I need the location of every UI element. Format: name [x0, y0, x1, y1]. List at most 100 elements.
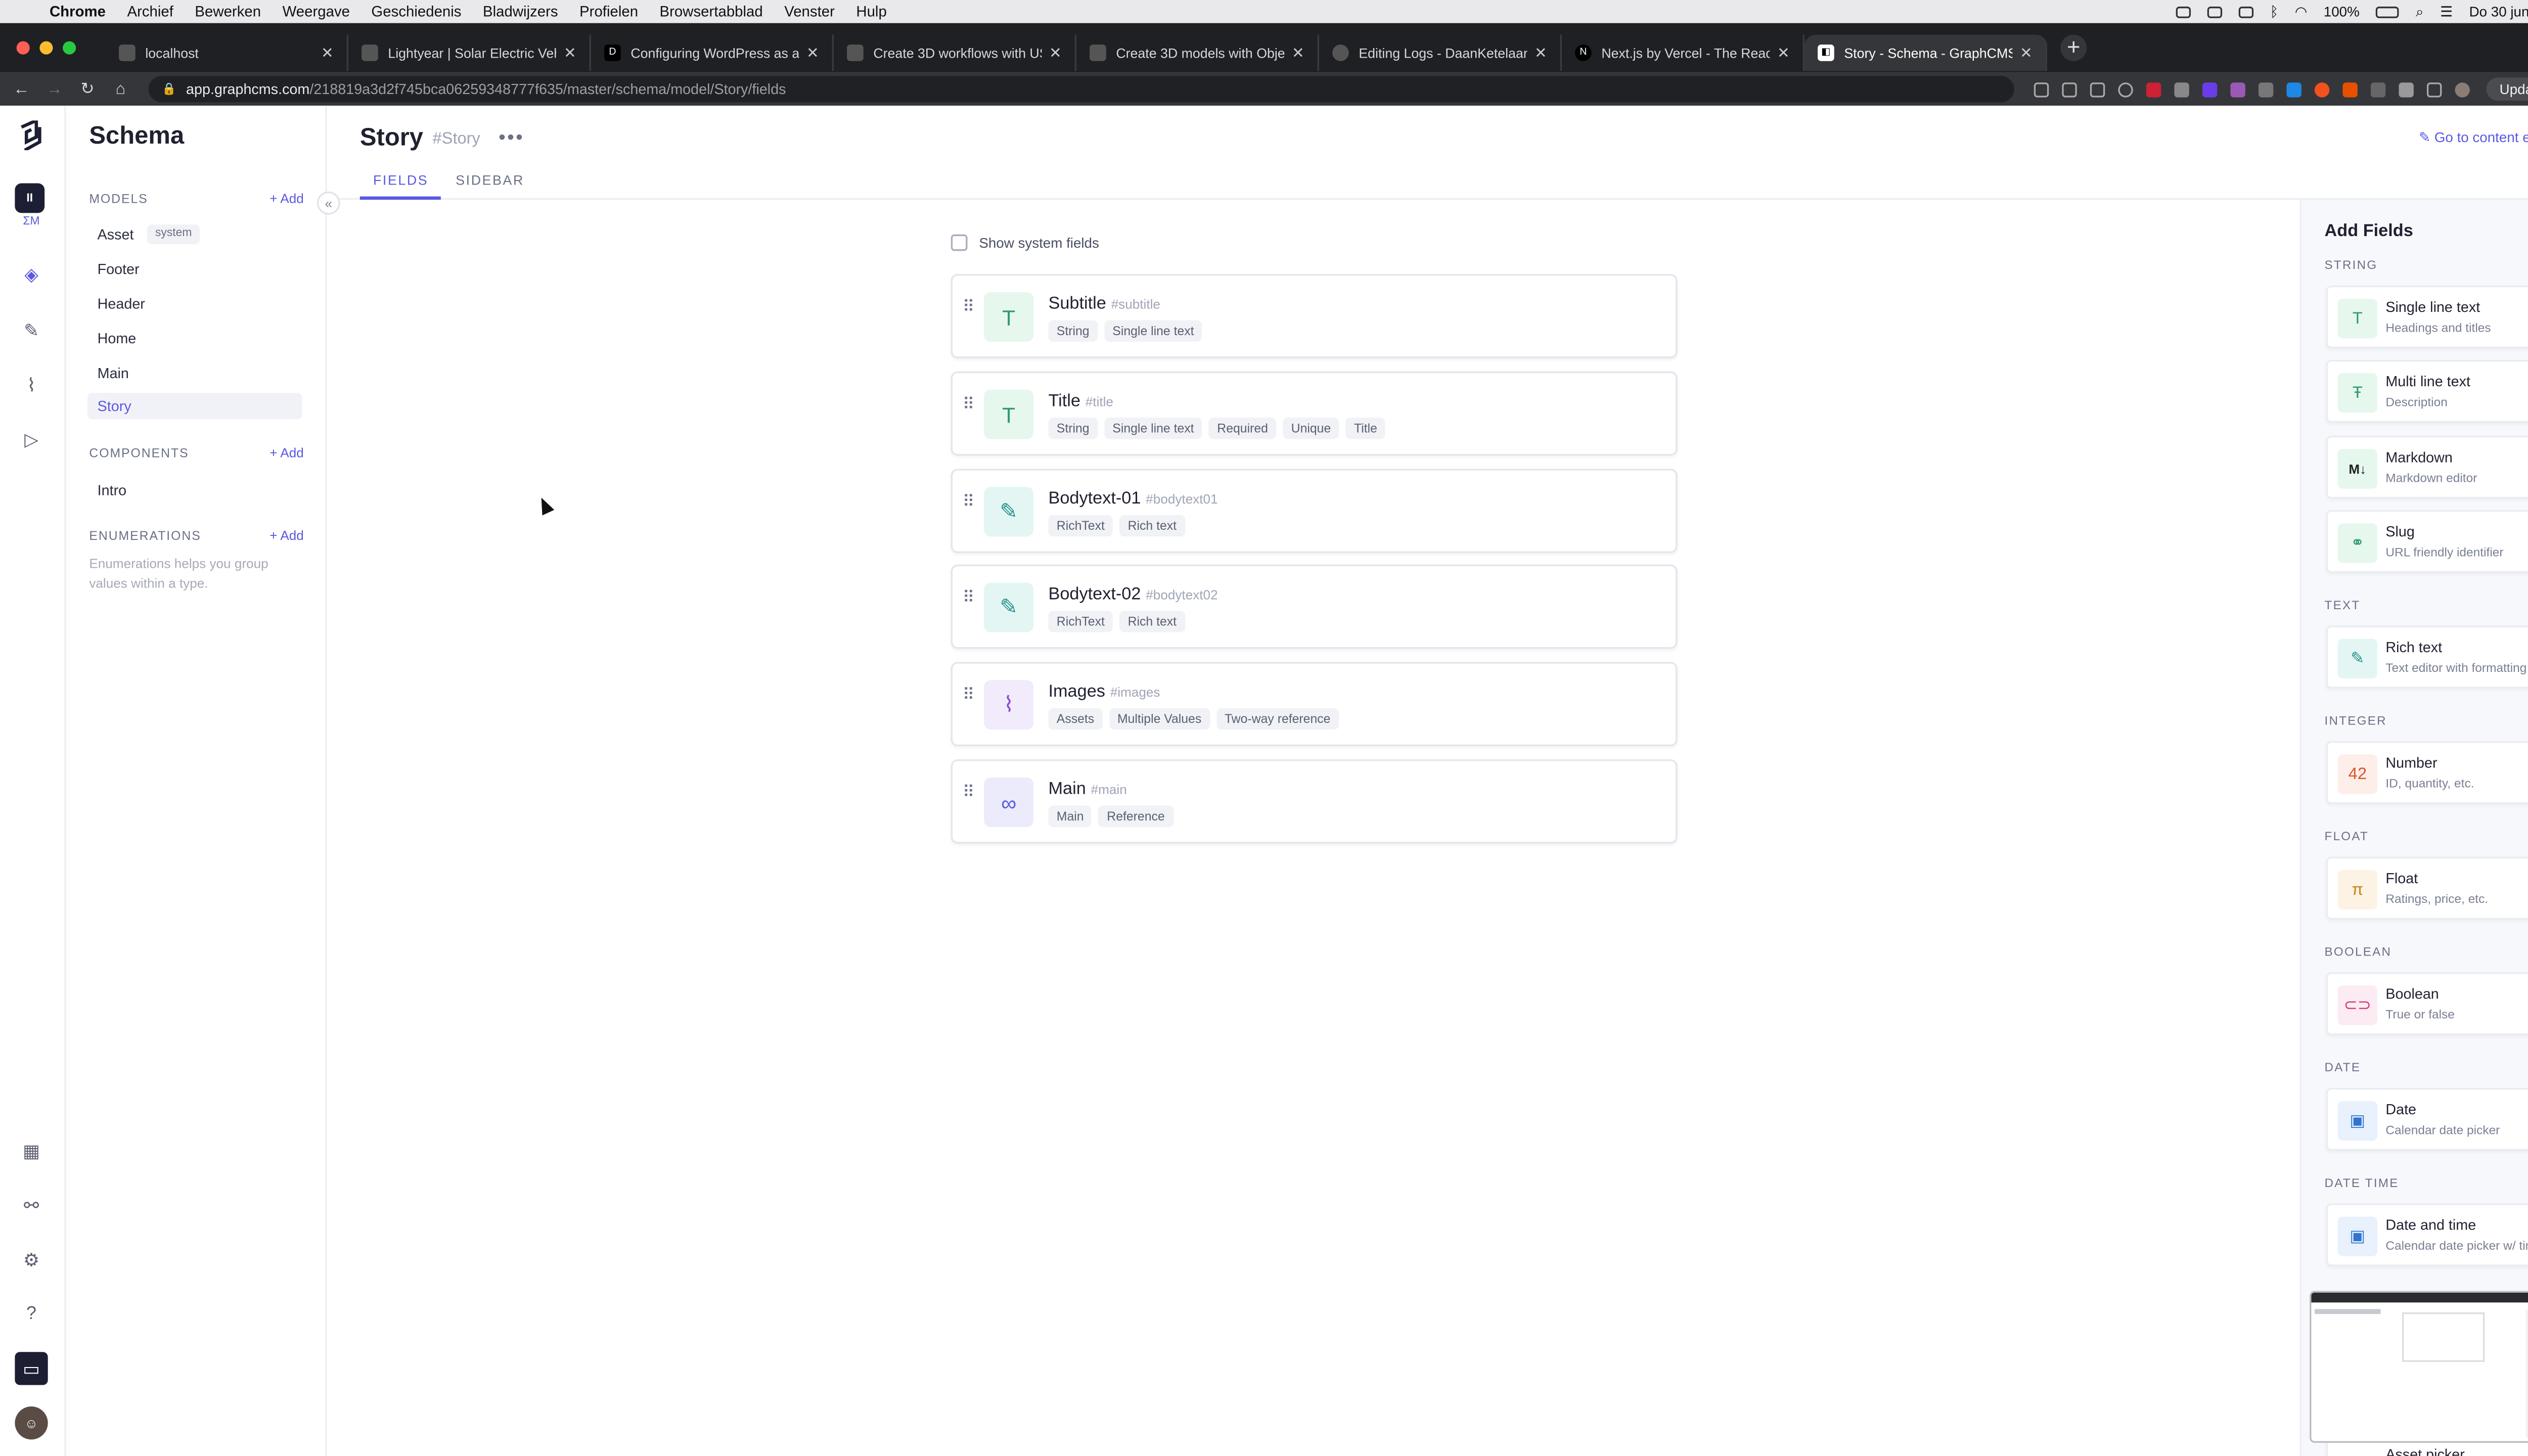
- extension-icon[interactable]: [2174, 81, 2189, 97]
- menu-archief[interactable]: Archief: [127, 4, 173, 20]
- menu-bladwijzers[interactable]: Bladwijzers: [483, 4, 558, 20]
- share-icon[interactable]: [2090, 81, 2105, 97]
- bookmark-star-icon[interactable]: [2118, 81, 2133, 97]
- browser-tab[interactable]: D Configuring WordPress as a he ✕: [591, 34, 834, 71]
- drag-handle-icon[interactable]: ⠿: [963, 785, 976, 802]
- browser-tab-active[interactable]: ◧ Story - Schema - GraphCMS ✕: [1804, 34, 2047, 71]
- sidebar-item-asset[interactable]: Asset system: [87, 221, 302, 248]
- menu-browsertabblad[interactable]: Browsertabblad: [660, 4, 763, 20]
- settings-gear-icon[interactable]: ⚙: [15, 1243, 48, 1276]
- extension-icon[interactable]: [2230, 81, 2245, 97]
- adblock-extension-icon[interactable]: [2146, 81, 2161, 97]
- close-window-icon[interactable]: [16, 41, 30, 55]
- add-field-single-line-text[interactable]: T Single line text Headings and titles: [2326, 285, 2528, 348]
- close-tab-icon[interactable]: ✕: [806, 44, 819, 62]
- drag-handle-icon[interactable]: ⠿: [963, 688, 976, 704]
- sidebar-item-main[interactable]: Main: [87, 360, 302, 386]
- browser-tab[interactable]: Editing Logs - DaanKetelaars/R ✕: [1319, 34, 1562, 71]
- drag-handle-icon[interactable]: ⠿: [963, 590, 976, 607]
- field-card-subtitle[interactable]: ⠿ T Subtitle #subtitle String Single line…: [951, 274, 1678, 358]
- close-tab-icon[interactable]: ✕: [564, 44, 576, 62]
- status-icon[interactable]: [2207, 6, 2222, 18]
- puzzle-icon[interactable]: [2399, 81, 2414, 97]
- forward-icon[interactable]: →: [43, 80, 66, 98]
- browser-tab[interactable]: Create 3D workflows with USD ✕: [834, 34, 1076, 71]
- lock-icon[interactable]: 🔒: [162, 82, 176, 96]
- status-icon[interactable]: [2238, 6, 2253, 18]
- wifi-icon[interactable]: ◠: [2295, 3, 2307, 21]
- sidebar-item-intro[interactable]: Intro: [87, 477, 302, 504]
- sidebar-item-home[interactable]: Home: [87, 325, 302, 351]
- add-field-slug[interactable]: ⚭ Slug URL friendly identifier: [2326, 510, 2528, 573]
- home-icon[interactable]: ⌂: [109, 80, 132, 98]
- webhooks-icon[interactable]: ⚯: [15, 1189, 48, 1221]
- drag-handle-icon[interactable]: ⠿: [963, 397, 976, 414]
- system-fields-checkbox[interactable]: [951, 234, 968, 251]
- battery-icon[interactable]: [2376, 6, 2400, 18]
- browser-tab[interactable]: localhost ✕: [106, 34, 348, 71]
- add-field-date[interactable]: ▣ Date Calendar date picker: [2326, 1087, 2528, 1151]
- content-edit-icon[interactable]: ✎: [15, 313, 48, 346]
- menu-geschiedenis[interactable]: Geschiedenis: [371, 4, 461, 20]
- drag-handle-icon[interactable]: ⠿: [963, 494, 976, 511]
- update-button[interactable]: Updaten: [2486, 77, 2528, 101]
- translate-icon[interactable]: [2062, 81, 2077, 97]
- chat-icon[interactable]: ▭: [15, 1352, 48, 1385]
- sidebar-item-story[interactable]: Story: [87, 393, 302, 420]
- sidepanel-icon[interactable]: [2426, 81, 2442, 97]
- add-field-float[interactable]: π Float Ratings, price, etc.: [2326, 856, 2528, 920]
- help-icon[interactable]: ?: [15, 1298, 48, 1331]
- graphcms-logo-icon[interactable]: [15, 119, 48, 152]
- go-to-content-editing-link[interactable]: ✎ Go to content editing: [2419, 129, 2528, 147]
- back-icon[interactable]: ←: [10, 80, 33, 98]
- menu-weergave[interactable]: Weergave: [283, 4, 350, 20]
- reload-icon[interactable]: ↻: [76, 80, 99, 98]
- tab-fields[interactable]: FIELDS: [359, 173, 442, 200]
- close-tab-icon[interactable]: ✕: [2020, 44, 2033, 62]
- menu-profielen[interactable]: Profielen: [579, 4, 638, 20]
- sidebar-item-header[interactable]: Header: [87, 291, 302, 317]
- add-component-button[interactable]: + Add: [269, 446, 304, 461]
- status-icon[interactable]: [2176, 6, 2191, 18]
- extension-icon[interactable]: [2286, 81, 2301, 97]
- extension-icon[interactable]: [2314, 81, 2330, 97]
- close-tab-icon[interactable]: ✕: [1292, 44, 1304, 62]
- browser-tab[interactable]: Create 3D models with Object ✕: [1076, 34, 1319, 71]
- extension-icon[interactable]: [2342, 81, 2358, 97]
- field-card-bodytext01[interactable]: ⠿ ✎ Bodytext-01 #bodytext01 RichText Rich…: [951, 469, 1678, 553]
- field-card-title[interactable]: ⠿ T Title #title String Single line text …: [951, 371, 1678, 456]
- add-enumeration-button[interactable]: + Add: [269, 528, 304, 543]
- project-badge[interactable]: II: [15, 183, 45, 213]
- add-field-rich-text[interactable]: ✎ Rich text Text editor with formatting: [2326, 625, 2528, 689]
- add-field-date-and-time[interactable]: ▣ Date and time Calendar date picker w/ …: [2326, 1203, 2528, 1266]
- close-tab-icon[interactable]: ✕: [321, 44, 334, 62]
- add-field-number[interactable]: 42 Number ID, quantity, etc.: [2326, 741, 2528, 804]
- field-card-bodytext02[interactable]: ⠿ ✎ Bodytext-02 #bodytext02 RichText Rich…: [951, 564, 1678, 649]
- show-system-fields[interactable]: Show system fields: [951, 234, 1099, 251]
- download-icon[interactable]: [2034, 81, 2049, 97]
- spotlight-icon[interactable]: ⌕: [2416, 3, 2424, 21]
- address-bar[interactable]: 🔒 app.graphcms.com /218819a3d2f745bca062…: [148, 76, 2014, 103]
- tab-sidebar[interactable]: SIDEBAR: [442, 173, 537, 200]
- extension-icon[interactable]: [2258, 81, 2274, 97]
- maximize-window-icon[interactable]: [63, 41, 76, 55]
- menu-venster[interactable]: Venster: [784, 4, 835, 20]
- more-options-icon[interactable]: •••: [499, 125, 524, 149]
- close-tab-icon[interactable]: ✕: [1777, 44, 1790, 62]
- close-tab-icon[interactable]: ✕: [1534, 44, 1547, 62]
- schema-layers-icon[interactable]: ◈: [15, 257, 48, 290]
- field-card-main[interactable]: ⠿ ∞ Main #main Main Reference: [951, 759, 1678, 844]
- drag-handle-icon[interactable]: ⠿: [963, 300, 976, 316]
- browser-tab[interactable]: Lightyear | Solar Electric Vehicle ✕: [348, 34, 591, 71]
- assets-paperclip-icon[interactable]: ⌇: [15, 368, 48, 401]
- add-field-multi-line-text[interactable]: Ŧ Multi line text Description: [2326, 359, 2528, 423]
- control-center-icon[interactable]: ☰: [2440, 3, 2453, 21]
- sidebar-item-footer[interactable]: Footer: [87, 256, 302, 282]
- profile-avatar-icon[interactable]: [2455, 81, 2470, 97]
- playground-icon[interactable]: ▷: [15, 423, 48, 456]
- screenshot-thumbnail[interactable]: [2310, 1291, 2528, 1443]
- apps-grid-icon[interactable]: ▦: [15, 1134, 48, 1167]
- menu-bewerken[interactable]: Bewerken: [195, 4, 261, 20]
- minimize-window-icon[interactable]: [39, 41, 53, 55]
- add-model-button[interactable]: + Add: [269, 192, 304, 206]
